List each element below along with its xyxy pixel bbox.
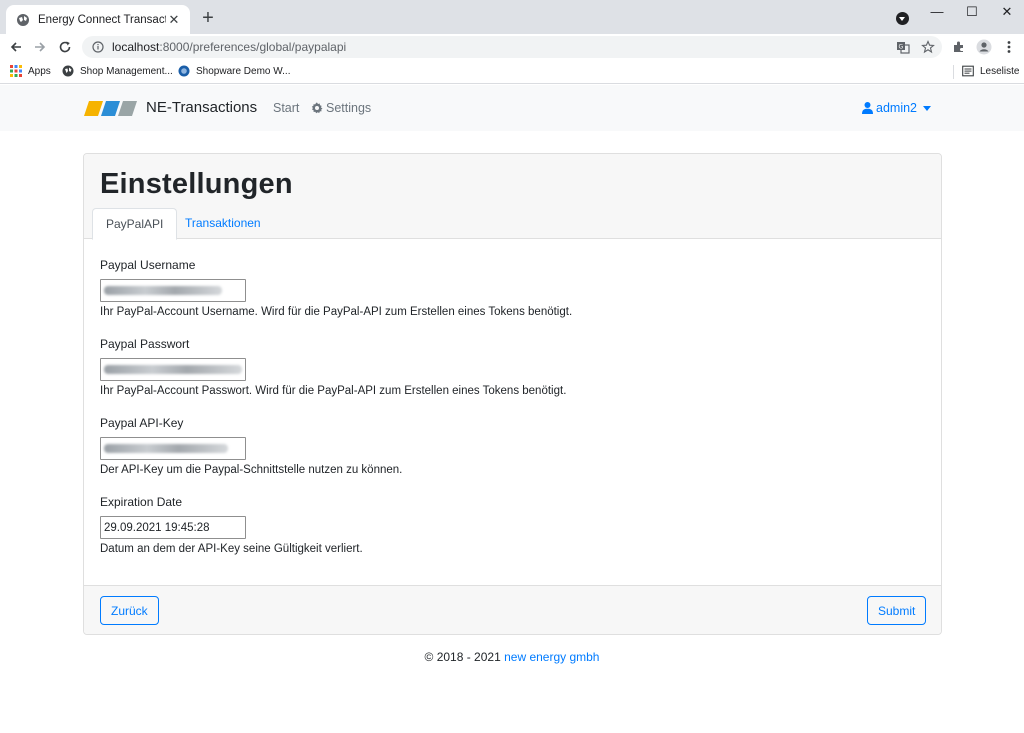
bookmark-apps-label: Apps xyxy=(28,65,51,77)
back-arrow-icon[interactable] xyxy=(6,37,26,57)
info-icon[interactable] xyxy=(92,41,104,53)
tab-title: Energy Connect Transactions xyxy=(38,13,166,26)
forward-arrow-icon[interactable] xyxy=(30,37,50,57)
paypal-username-help: Ihr PayPal-Account Username. Wird für di… xyxy=(100,306,573,318)
back-button[interactable]: Zurück xyxy=(100,596,159,625)
bookmarks-divider xyxy=(953,65,954,79)
account-avatar-icon[interactable] xyxy=(975,38,993,56)
reading-list[interactable]: Leseliste xyxy=(962,65,1019,77)
nav-start[interactable]: Start xyxy=(273,101,299,115)
page-footer: © 2018 - 2021 new energy gmbh xyxy=(0,650,1024,664)
close-icon[interactable]: ✕ xyxy=(166,12,182,28)
url-host: localhost xyxy=(112,40,160,54)
tab-paypalapi[interactable]: PayPalAPI xyxy=(92,208,178,240)
card-footer: Zurück Submit xyxy=(84,585,941,634)
paypal-username-label: Paypal Username xyxy=(100,258,196,272)
page-title: Einstellungen xyxy=(100,168,293,200)
paypal-api-key-input[interactable] xyxy=(100,437,246,460)
globe-icon xyxy=(16,13,30,27)
paypal-password-help: Ihr PayPal-Account Passwort. Wird für di… xyxy=(100,385,567,397)
expiration-date-help: Datum an dem der API-Key seine Gültigkei… xyxy=(100,543,363,555)
globe-icon xyxy=(62,65,74,77)
nav-settings-label: Settings xyxy=(326,101,372,115)
tab-transaktionen[interactable]: Transaktionen xyxy=(172,208,274,239)
bookmark-shopware-demo[interactable]: Shopware Demo W... xyxy=(178,65,290,77)
reload-icon[interactable] xyxy=(55,37,75,57)
extensions-icon[interactable] xyxy=(950,38,968,56)
chevron-down-icon xyxy=(923,105,931,111)
bookmark-shopware-demo-label: Shopware Demo W... xyxy=(196,65,291,77)
apps-grid-icon xyxy=(10,65,22,77)
bookmark-shop-management[interactable]: Shop Management... xyxy=(62,65,173,77)
nav-settings[interactable]: Settings xyxy=(311,101,371,115)
brand-name[interactable]: NE-Transactions xyxy=(146,99,257,116)
settings-card: Einstellungen PayPalAPI Transaktionen Pa… xyxy=(83,153,942,635)
paypal-username-input[interactable] xyxy=(100,279,246,302)
paypal-api-key-label: Paypal API-Key xyxy=(100,416,184,430)
company-link[interactable]: new energy gmbh xyxy=(504,650,599,664)
paypal-api-key-help: Der API-Key um die Paypal-Schnittstelle … xyxy=(100,464,403,476)
star-icon[interactable] xyxy=(919,38,937,56)
paypal-password-label: Paypal Passwort xyxy=(100,337,190,351)
shopware-icon xyxy=(178,65,190,77)
copyright-text: © 2018 - 2021 xyxy=(424,650,501,664)
bookmark-shop-management-label: Shop Management... xyxy=(80,65,173,77)
gear-icon xyxy=(311,102,323,114)
address-bar[interactable]: localhost:8000/preferences/global/paypal… xyxy=(82,36,942,58)
card-header: Einstellungen PayPalAPI Transaktionen xyxy=(84,154,941,240)
bookmarks-bar: Apps Shop Management... Shopware Demo W.… xyxy=(0,60,1024,84)
translate-icon[interactable]: G xyxy=(894,38,912,56)
expiration-date-label: Expiration Date xyxy=(100,495,183,509)
brand-logo[interactable] xyxy=(84,101,140,121)
window-close-icon[interactable]: ✕ xyxy=(995,4,1019,20)
maximize-icon[interactable]: ☐ xyxy=(960,4,984,20)
profile-menu-icon[interactable] xyxy=(896,12,909,25)
app-navbar: NE-Transactions Start Settings admin2 xyxy=(0,85,1024,131)
browser-tab[interactable]: Energy Connect Transactions ✕ xyxy=(6,5,190,34)
username: admin2 xyxy=(876,101,917,115)
submit-button[interactable]: Submit xyxy=(867,596,927,625)
reading-list-label: Leseliste xyxy=(980,65,1020,77)
expiration-date-input[interactable] xyxy=(100,516,246,539)
paypal-password-input[interactable] xyxy=(100,358,246,381)
reading-list-icon xyxy=(962,65,974,77)
svg-text:G: G xyxy=(899,44,904,51)
user-menu[interactable]: admin2 xyxy=(862,101,931,115)
browser-toolbar: localhost:8000/preferences/global/paypal… xyxy=(0,34,1024,60)
bookmark-apps[interactable]: Apps xyxy=(10,65,51,77)
more-menu-icon[interactable] xyxy=(1000,38,1018,56)
new-tab-icon[interactable]: + xyxy=(198,8,218,28)
minimize-icon[interactable]: — xyxy=(925,4,949,19)
user-icon xyxy=(862,102,873,114)
browser-tabstrip: Energy Connect Transactions ✕ + — ☐ ✕ xyxy=(0,0,1024,34)
url-path: :8000/preferences/global/paypalapi xyxy=(159,40,347,54)
